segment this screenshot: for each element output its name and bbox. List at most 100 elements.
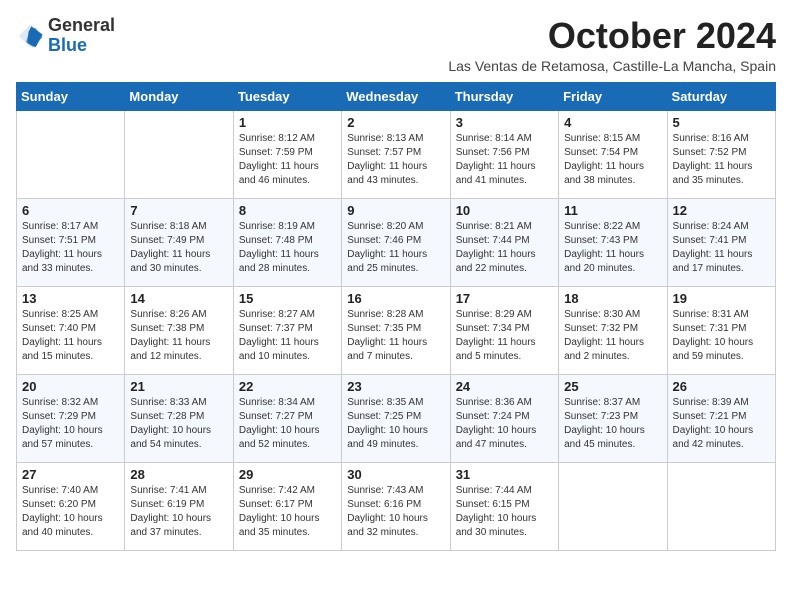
day-info: Sunrise: 8:13 AM Sunset: 7:57 PM Dayligh… [347,132,444,188]
day-number: 12 [673,203,770,218]
calendar-week-3: 13 Sunrise: 8:25 AM Sunset: 7:40 PM Dayli… [17,286,776,374]
calendar-week-4: 20Sunrise: 8:32 AM Sunset: 7:29 PM Dayli… [17,374,776,462]
day-number: 21 [130,379,227,394]
day-info: Sunrise: 8:25 AM Sunset: 7:40 PM Dayligh… [22,308,119,364]
logo-text: General Blue [48,16,115,56]
calendar-cell: 6 Sunrise: 8:17 AM Sunset: 7:51 PM Daylig… [17,198,125,286]
calendar-cell: 25 Sunrise: 8:37 AM Sunset: 7:23 PM Dayli… [559,374,667,462]
calendar-cell: 8Sunrise: 8:19 AM Sunset: 7:48 PM Daylig… [233,198,341,286]
logo: General Blue [16,16,115,56]
day-info: Sunrise: 8:20 AM Sunset: 7:46 PM Dayligh… [347,220,444,276]
day-info: Sunrise: 8:15 AM Sunset: 7:54 PM Dayligh… [564,132,661,188]
calendar-cell: 1Sunrise: 8:12 AM Sunset: 7:59 PM Daylig… [233,110,341,198]
day-number: 6 [22,203,119,218]
day-info: Sunrise: 8:18 AM Sunset: 7:49 PM Dayligh… [130,220,227,276]
logo-icon [16,22,44,50]
calendar-cell: 31Sunrise: 7:44 AM Sunset: 6:15 PM Dayli… [450,462,558,550]
day-info: Sunrise: 8:26 AM Sunset: 7:38 PM Dayligh… [130,308,227,364]
calendar-cell: 3 Sunrise: 8:14 AM Sunset: 7:56 PM Daylig… [450,110,558,198]
calendar-cell: 28 Sunrise: 7:41 AM Sunset: 6:19 PM Dayli… [125,462,233,550]
calendar-cell [17,110,125,198]
calendar-cell: 18 Sunrise: 8:30 AM Sunset: 7:32 PM Dayli… [559,286,667,374]
weekday-header-sunday: Sunday [17,82,125,110]
calendar-cell: 20Sunrise: 8:32 AM Sunset: 7:29 PM Dayli… [17,374,125,462]
calendar-cell: 24 Sunrise: 8:36 AM Sunset: 7:24 PM Dayli… [450,374,558,462]
day-number: 30 [347,467,444,482]
weekday-header-thursday: Thursday [450,82,558,110]
calendar-cell: 16 Sunrise: 8:28 AM Sunset: 7:35 PM Dayli… [342,286,450,374]
calendar-cell: 29 Sunrise: 7:42 AM Sunset: 6:17 PM Dayli… [233,462,341,550]
calendar-cell [559,462,667,550]
page-header: General Blue October 2024 Las Ventas de … [16,16,776,74]
day-info: Sunrise: 8:27 AM Sunset: 7:37 PM Dayligh… [239,308,336,364]
day-number: 3 [456,115,553,130]
day-info: Sunrise: 7:42 AM Sunset: 6:17 PM Dayligh… [239,484,336,540]
calendar-cell: 19 Sunrise: 8:31 AM Sunset: 7:31 PM Dayli… [667,286,775,374]
day-info: Sunrise: 7:41 AM Sunset: 6:19 PM Dayligh… [130,484,227,540]
day-number: 8 [239,203,336,218]
day-number: 5 [673,115,770,130]
day-number: 10 [456,203,553,218]
day-number: 24 [456,379,553,394]
day-number: 31 [456,467,553,482]
day-info: Sunrise: 8:21 AM Sunset: 7:44 PM Dayligh… [456,220,553,276]
calendar-cell: 13 Sunrise: 8:25 AM Sunset: 7:40 PM Dayli… [17,286,125,374]
calendar-cell [125,110,233,198]
day-number: 14 [130,291,227,306]
day-number: 29 [239,467,336,482]
weekday-header-friday: Friday [559,82,667,110]
logo-general: General [48,15,115,35]
day-number: 22 [239,379,336,394]
day-number: 2 [347,115,444,130]
calendar-cell: 26Sunrise: 8:39 AM Sunset: 7:21 PM Dayli… [667,374,775,462]
day-number: 28 [130,467,227,482]
calendar-cell: 12 Sunrise: 8:24 AM Sunset: 7:41 PM Dayli… [667,198,775,286]
day-info: Sunrise: 8:16 AM Sunset: 7:52 PM Dayligh… [673,132,770,188]
day-info: Sunrise: 8:17 AM Sunset: 7:51 PM Dayligh… [22,220,119,276]
day-number: 15 [239,291,336,306]
calendar-cell: 21 Sunrise: 8:33 AM Sunset: 7:28 PM Dayli… [125,374,233,462]
day-info: Sunrise: 8:37 AM Sunset: 7:23 PM Dayligh… [564,396,661,452]
calendar-cell: 23Sunrise: 8:35 AM Sunset: 7:25 PM Dayli… [342,374,450,462]
calendar-week-5: 27 Sunrise: 7:40 AM Sunset: 6:20 PM Dayli… [17,462,776,550]
calendar-week-1: 1Sunrise: 8:12 AM Sunset: 7:59 PM Daylig… [17,110,776,198]
weekday-header-row: SundayMondayTuesdayWednesdayThursdayFrid… [17,82,776,110]
day-number: 19 [673,291,770,306]
calendar-cell: 30Sunrise: 7:43 AM Sunset: 6:16 PM Dayli… [342,462,450,550]
day-number: 13 [22,291,119,306]
calendar-cell: 27 Sunrise: 7:40 AM Sunset: 6:20 PM Dayli… [17,462,125,550]
day-info: Sunrise: 8:29 AM Sunset: 7:34 PM Dayligh… [456,308,553,364]
calendar-cell: 15 Sunrise: 8:27 AM Sunset: 7:37 PM Dayli… [233,286,341,374]
weekday-header-saturday: Saturday [667,82,775,110]
title-block: October 2024 Las Ventas de Retamosa, Cas… [448,16,776,74]
day-info: Sunrise: 8:30 AM Sunset: 7:32 PM Dayligh… [564,308,661,364]
day-info: Sunrise: 7:40 AM Sunset: 6:20 PM Dayligh… [22,484,119,540]
day-number: 18 [564,291,661,306]
calendar-cell: 14 Sunrise: 8:26 AM Sunset: 7:38 PM Dayli… [125,286,233,374]
day-info: Sunrise: 8:28 AM Sunset: 7:35 PM Dayligh… [347,308,444,364]
day-number: 27 [22,467,119,482]
day-info: Sunrise: 8:36 AM Sunset: 7:24 PM Dayligh… [456,396,553,452]
weekday-header-monday: Monday [125,82,233,110]
day-number: 25 [564,379,661,394]
day-info: Sunrise: 8:14 AM Sunset: 7:56 PM Dayligh… [456,132,553,188]
calendar-cell: 10 Sunrise: 8:21 AM Sunset: 7:44 PM Dayli… [450,198,558,286]
day-number: 17 [456,291,553,306]
day-number: 7 [130,203,227,218]
calendar-cell: 7 Sunrise: 8:18 AM Sunset: 7:49 PM Daylig… [125,198,233,286]
calendar-cell [667,462,775,550]
day-info: Sunrise: 8:24 AM Sunset: 7:41 PM Dayligh… [673,220,770,276]
calendar-week-2: 6 Sunrise: 8:17 AM Sunset: 7:51 PM Daylig… [17,198,776,286]
weekday-header-wednesday: Wednesday [342,82,450,110]
day-info: Sunrise: 8:22 AM Sunset: 7:43 PM Dayligh… [564,220,661,276]
calendar-cell: 22Sunrise: 8:34 AM Sunset: 7:27 PM Dayli… [233,374,341,462]
weekday-header-tuesday: Tuesday [233,82,341,110]
day-info: Sunrise: 8:31 AM Sunset: 7:31 PM Dayligh… [673,308,770,364]
day-info: Sunrise: 8:39 AM Sunset: 7:21 PM Dayligh… [673,396,770,452]
day-info: Sunrise: 8:12 AM Sunset: 7:59 PM Dayligh… [239,132,336,188]
day-number: 16 [347,291,444,306]
day-info: Sunrise: 8:32 AM Sunset: 7:29 PM Dayligh… [22,396,119,452]
day-info: Sunrise: 8:33 AM Sunset: 7:28 PM Dayligh… [130,396,227,452]
calendar-table: SundayMondayTuesdayWednesdayThursdayFrid… [16,82,776,551]
month-title: October 2024 [448,16,776,56]
